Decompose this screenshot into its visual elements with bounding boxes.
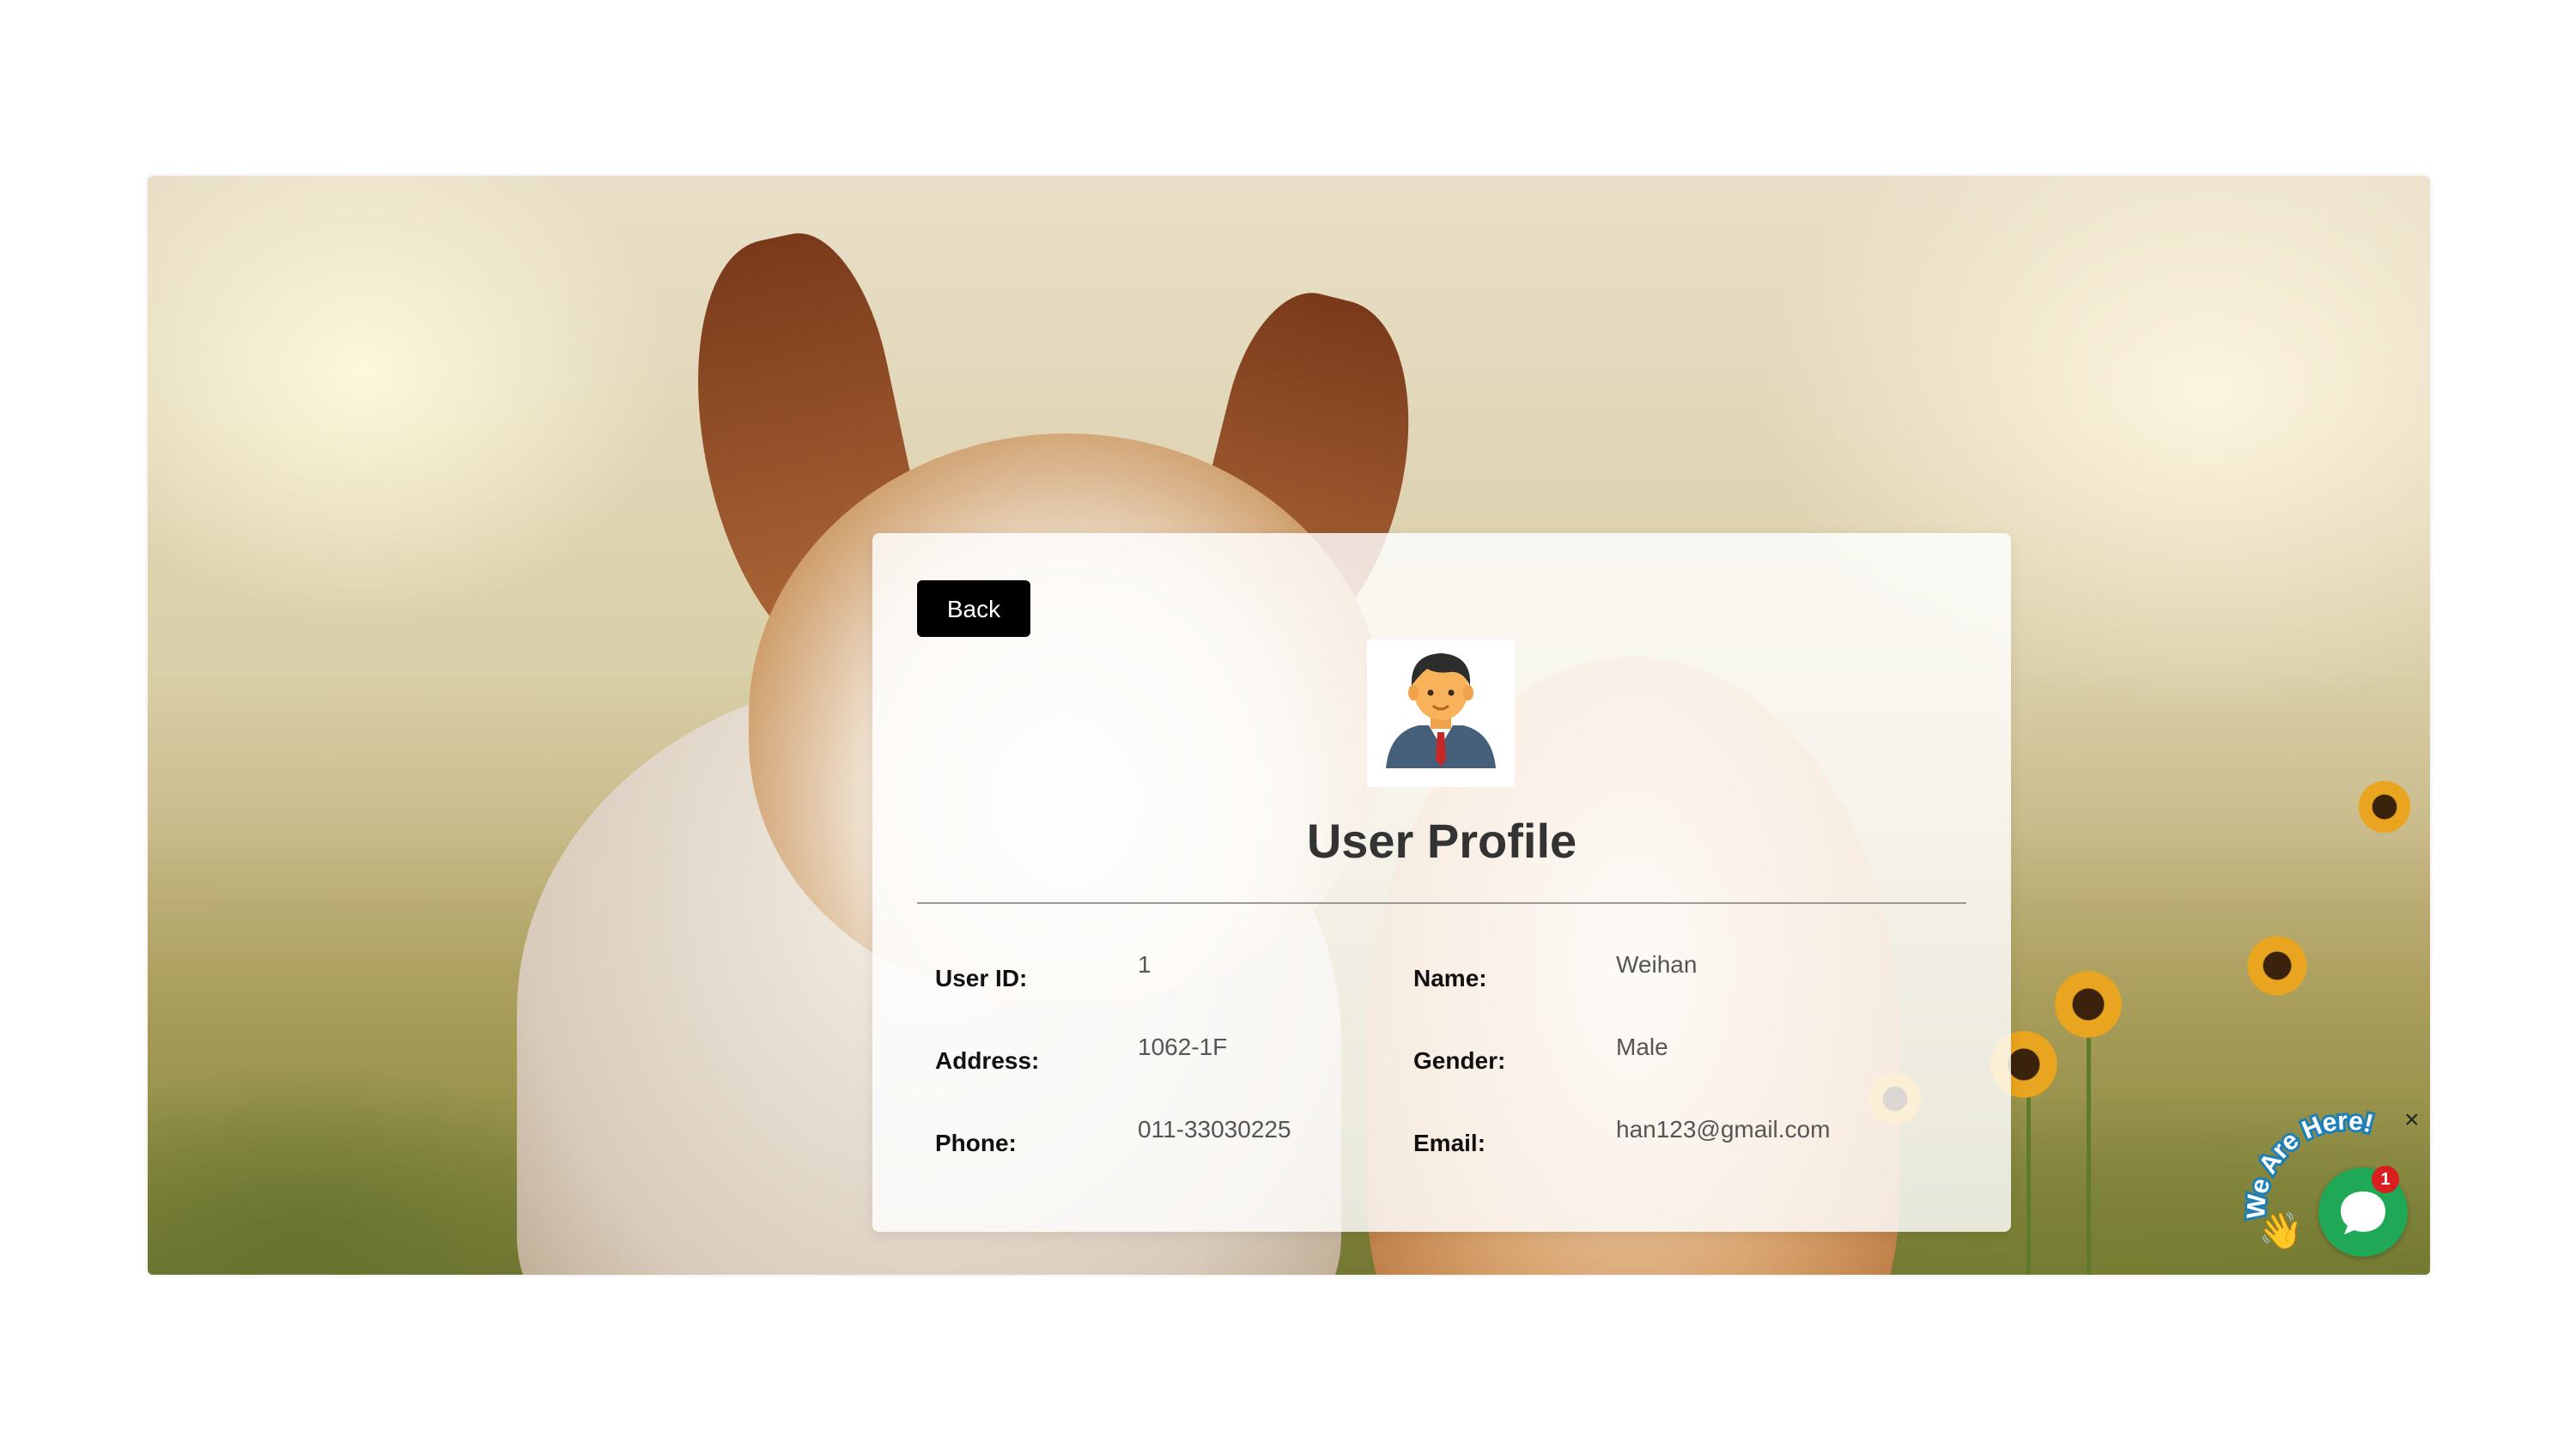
email-label: Email: [1413, 1130, 1486, 1156]
address-value: 1062-1F [1138, 1034, 1228, 1060]
user-id-label: User ID: [935, 965, 1028, 991]
page-title: User Profile [1306, 814, 1577, 868]
name-value: Weihan [1616, 951, 1698, 978]
gender-label: Gender: [1413, 1047, 1506, 1074]
gender-value: Male [1616, 1034, 1668, 1060]
email-value: han123@gmail.com [1616, 1116, 1831, 1143]
sunflower [2354, 777, 2415, 837]
profile-card: Back User Profile User ID: 1 Name: Weiha… [872, 533, 2011, 1232]
back-button[interactable]: Back [917, 580, 1030, 637]
user-id-value: 1 [1138, 951, 1151, 978]
businessman-avatar-icon [1367, 640, 1515, 787]
chat-close-icon[interactable]: × [2404, 1107, 2420, 1133]
sunflower [2050, 966, 2127, 1043]
waving-hand-icon: 👋 [2258, 1210, 2304, 1251]
sunflower [2243, 931, 2312, 1000]
notification-badge: 1 [2372, 1166, 2399, 1193]
name-label: Name: [1413, 965, 1487, 991]
address-label: Address: [935, 1047, 1040, 1074]
flower-stem [2087, 1017, 2091, 1275]
phone-label: Phone: [935, 1130, 1017, 1156]
phone-value: 011-33030225 [1138, 1116, 1291, 1143]
title-divider [917, 902, 1966, 904]
chat-widget: We Are Here! × 👋 1 [2241, 1107, 2430, 1279]
background-photo: Back User Profile User ID: 1 Name: Weiha… [148, 176, 2430, 1275]
